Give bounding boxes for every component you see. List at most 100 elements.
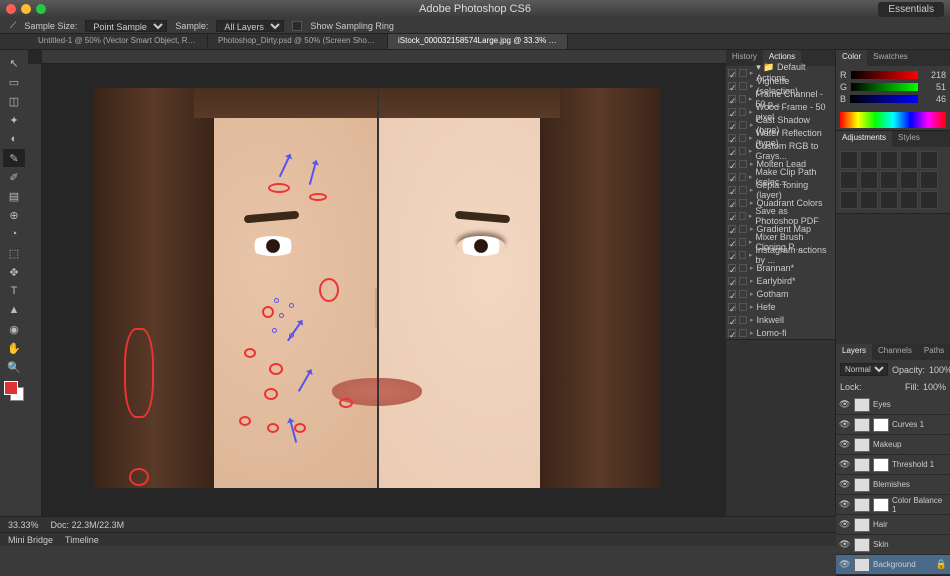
action-item[interactable]: ✓▸Hefe [726,300,835,313]
layers-list: 👁Eyes👁Curves 1👁Makeup👁Threshold 1👁Blemis… [836,395,950,575]
layer-row[interactable]: 👁Eyes [836,395,950,415]
photofilter-adj-icon[interactable] [900,171,918,189]
visibility-icon[interactable]: 👁 [839,559,851,570]
visibility-icon[interactable]: 👁 [839,459,851,470]
eyedropper-icon: ⟋ [10,20,16,31]
lasso-tool[interactable]: ◫ [3,92,25,110]
layers-tab[interactable]: Layers [836,344,872,360]
workspace-switcher[interactable]: Essentials [878,2,944,17]
zoom-window-button[interactable] [36,4,46,14]
close-window-button[interactable] [6,4,16,14]
b-label: B [840,94,846,104]
threshold-adj-icon[interactable] [880,191,898,209]
action-item[interactable]: ✓▸Gotham [726,287,835,300]
action-item[interactable]: ✓▸Earlybird* [726,274,835,287]
layer-row[interactable]: 👁Curves 1 [836,415,950,435]
color-swatches[interactable] [4,381,24,401]
r-value: 218 [922,70,946,80]
timeline-tab[interactable]: Timeline [65,535,99,545]
foreground-color-swatch[interactable] [4,381,18,395]
layer-row[interactable]: 👁Threshold 1 [836,455,950,475]
paths-tab[interactable]: Paths [918,344,950,360]
r-slider[interactable] [851,71,919,79]
action-item[interactable]: ✓▸Lomo-fi [726,326,835,339]
visibility-icon[interactable]: 👁 [839,419,851,430]
color-tab[interactable]: Color [836,50,867,66]
fill-value[interactable]: 100% [923,382,946,392]
canvas-area[interactable] [28,50,726,516]
bw-adj-icon[interactable] [880,171,898,189]
action-item[interactable]: ✓▸Inkwell [726,313,835,326]
minimize-window-button[interactable] [21,4,31,14]
actions-panel: History Actions ✓▸▾ 📁 Default Actions✓▸V… [726,50,835,340]
layer-row[interactable]: 👁Hair [836,515,950,535]
crop-tool[interactable]: ◐ [3,130,25,148]
document-canvas[interactable] [94,88,660,488]
ruler-vertical[interactable] [28,64,42,516]
show-ring-checkbox[interactable] [292,21,302,31]
visibility-icon[interactable]: 👁 [839,439,851,450]
exposure-adj-icon[interactable] [900,151,918,169]
g-slider[interactable] [851,83,918,91]
document-tabs: Untitled-1 @ 50% (Vector Smart Object, R… [0,34,950,50]
type-tool[interactable]: T [3,282,25,300]
magic-wand-tool[interactable]: ✦ [3,111,25,129]
color-spectrum[interactable] [840,112,946,128]
levels-adj-icon[interactable] [860,151,878,169]
zoom-readout[interactable]: 33.33% [8,520,39,530]
mini-bridge-tab[interactable]: Mini Bridge [8,535,53,545]
clone-stamp-tool[interactable]: ▤ [3,187,25,205]
layer-row[interactable]: 👁Makeup [836,435,950,455]
visibility-icon[interactable]: 👁 [839,399,851,410]
action-item[interactable]: ✓▸Instagram actions by ... [726,248,835,261]
hue-adj-icon[interactable] [840,171,858,189]
posterize-adj-icon[interactable] [860,191,878,209]
actions-list: ✓▸▾ 📁 Default Actions✓▸Vignette (selecti… [726,66,835,339]
channelmixer-adj-icon[interactable] [920,171,938,189]
opacity-value[interactable]: 100% [929,365,950,375]
visibility-icon[interactable]: 👁 [839,539,851,550]
visibility-icon[interactable]: 👁 [839,499,851,510]
layer-row[interactable]: 👁Blemishes [836,475,950,495]
swatches-tab[interactable]: Swatches [867,50,914,66]
ruler-horizontal[interactable] [42,50,726,64]
brush-tool[interactable]: ✐ [3,168,25,186]
move-tool[interactable]: ↖ [3,54,25,72]
layer-row[interactable]: 👁Color Balance 1 [836,495,950,515]
eraser-tool[interactable]: ⬚ [3,244,25,262]
visibility-icon[interactable]: 👁 [839,479,851,490]
action-item[interactable]: ✓▸Custom RGB to Grays... [726,144,835,157]
blend-mode-select[interactable]: Normal [840,363,888,376]
curves-adj-icon[interactable] [880,151,898,169]
layer-row[interactable]: 👁Skin [836,535,950,555]
vibrance-adj-icon[interactable] [920,151,938,169]
sample-size-select[interactable]: Point Sample [85,20,167,32]
invert-adj-icon[interactable] [840,191,858,209]
colorbalance-adj-icon[interactable] [860,171,878,189]
blur-tool[interactable]: ✥ [3,263,25,281]
visibility-icon[interactable]: 👁 [839,519,851,530]
adjustments-tab[interactable]: Adjustments [836,131,892,147]
gradientmap-adj-icon[interactable] [900,191,918,209]
doc-tab-2[interactable]: iStock_000032158574Large.jpg @ 33.3% (Ba… [388,34,568,49]
sample-layers-select[interactable]: All Layers [216,20,284,32]
options-bar: ⟋ Sample Size: Point Sample Sample: All … [0,18,950,34]
zoom-tool[interactable]: 🔍 [3,358,25,376]
action-item[interactable]: ✓▸Save as Photoshop PDF [726,209,835,222]
healing-tool[interactable]: ⊕ [3,206,25,224]
selectivecolor-adj-icon[interactable] [920,191,938,209]
pen-tool[interactable]: ▲ [3,301,25,319]
doc-tab-1[interactable]: Photoshop_Dirty.psd @ 50% (Screen Shot 2… [208,34,388,49]
layer-row[interactable]: 👁Background🔒 [836,555,950,575]
channels-tab[interactable]: Channels [872,344,918,360]
gradient-tool[interactable]: ◔ [3,225,25,243]
shape-tool[interactable]: ◉ [3,320,25,338]
b-slider[interactable] [850,95,918,103]
brightness-adj-icon[interactable] [840,151,858,169]
doc-tab-0[interactable]: Untitled-1 @ 50% (Vector Smart Object, R… [28,34,208,49]
marquee-tool[interactable]: ▭ [3,73,25,91]
styles-tab[interactable]: Styles [892,131,926,147]
action-item[interactable]: ✓▸Sepia Toning (layer) [726,183,835,196]
eyedropper-tool[interactable]: ✎ [3,149,25,167]
hand-tool[interactable]: ✋ [3,339,25,357]
